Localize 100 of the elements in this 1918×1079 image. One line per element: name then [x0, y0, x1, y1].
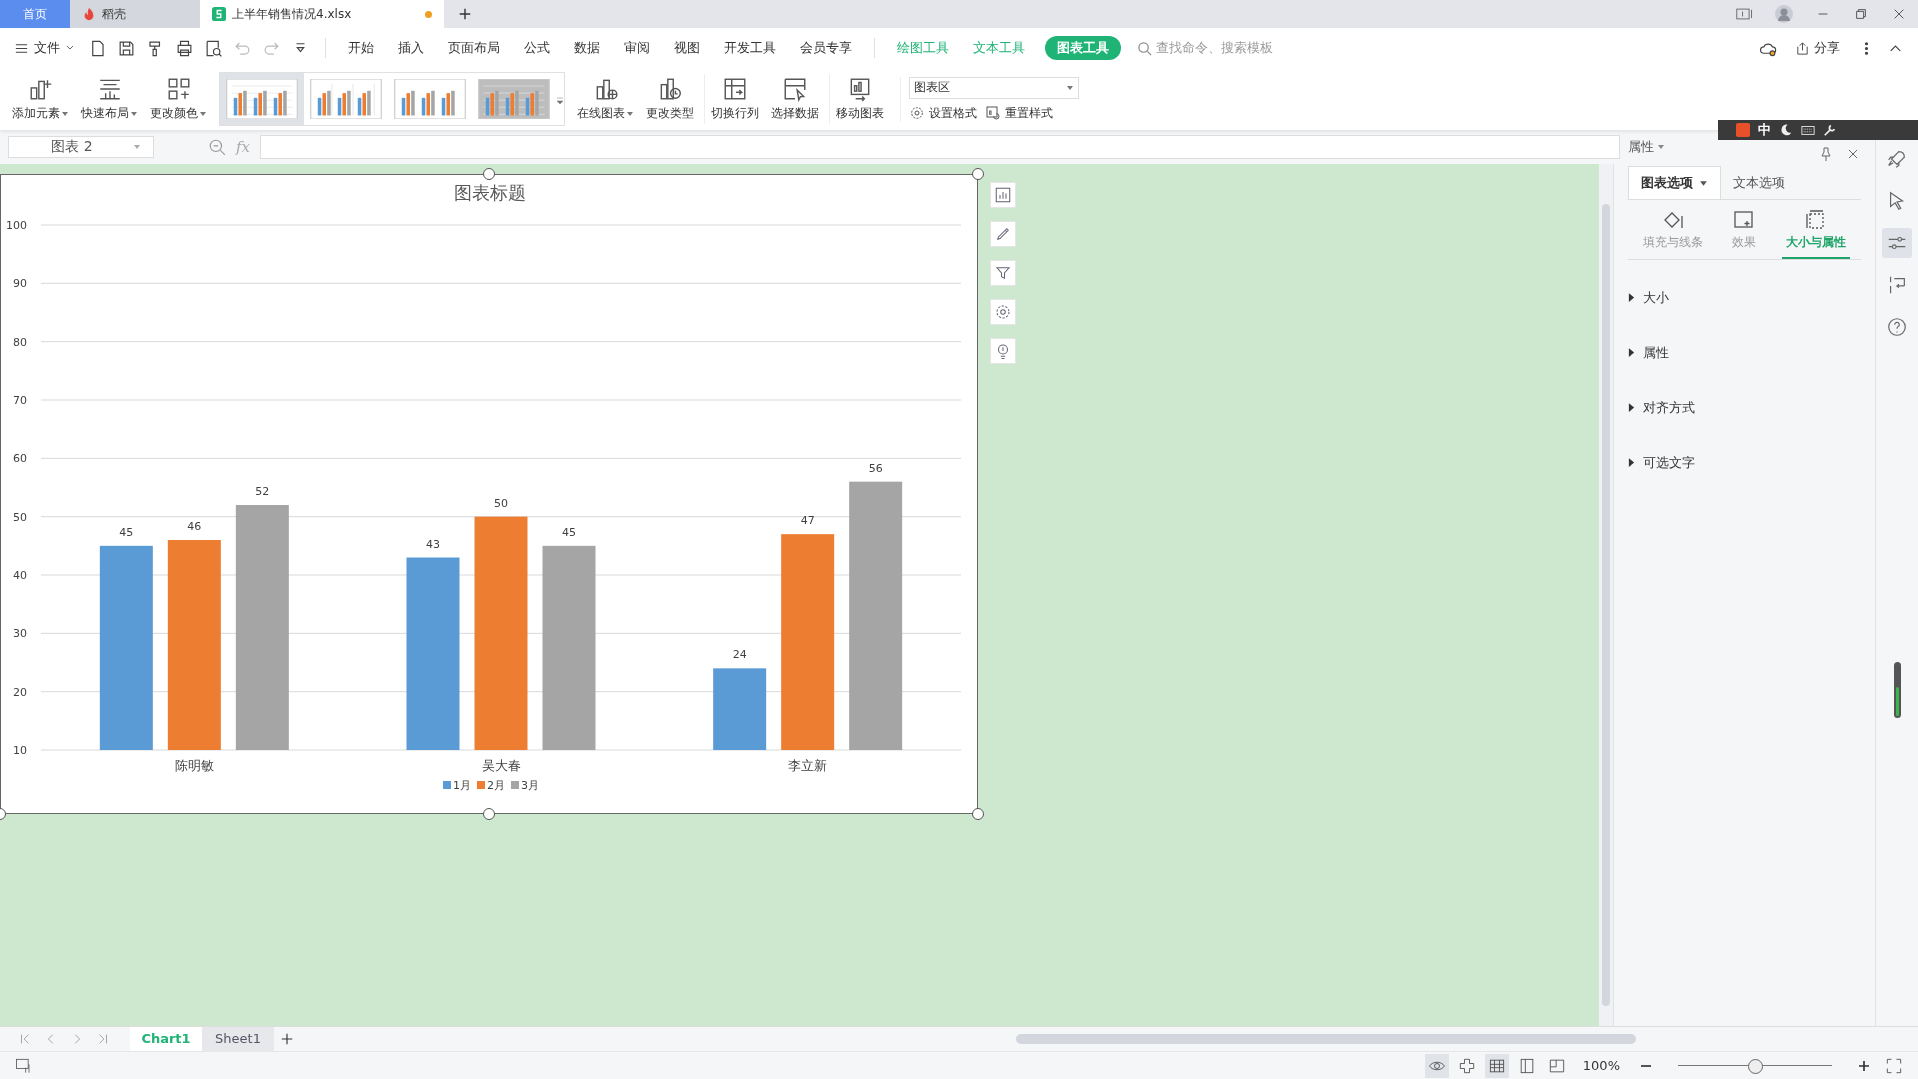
keyboard-icon[interactable] [1801, 123, 1815, 137]
legend-label: 1月 [453, 779, 471, 792]
name-box[interactable]: 图表 2 [8, 136, 154, 158]
avatar-icon[interactable] [1774, 4, 1794, 24]
axis-tick-label: 30 [13, 627, 27, 641]
ribbon-button[interactable]: 在线图表 [571, 74, 640, 124]
share-button[interactable]: 分享 [1795, 39, 1840, 57]
data-label: 52 [255, 485, 270, 498]
chart-area[interactable]: 图表标题 10 20 30 40 50 60 70 80 90 100 45 43 24 46 50 47 52 45 56 陈明敏 吴大春 李立新 1月 2月 3月 [0, 174, 978, 814]
ribbon-button[interactable]: 选择数据 [765, 74, 825, 124]
menu-tab[interactable]: 数据 [564, 39, 610, 57]
eye-icon[interactable] [1424, 1053, 1449, 1078]
resize-handle[interactable] [483, 168, 495, 180]
sheet-tab[interactable]: Sheet1 [202, 1027, 274, 1051]
tab-label: 首页 [23, 5, 47, 23]
panel-section-header[interactable]: 属性 [1628, 325, 1861, 380]
data-label: 24 [732, 648, 747, 662]
ribbon-button[interactable]: 添加元素 [6, 74, 75, 124]
print-preview-icon[interactable] [204, 38, 223, 58]
ribbon-button[interactable]: 更改类型 [640, 74, 700, 124]
axis-tick-label: 100 [6, 219, 27, 232]
ribbon-button[interactable]: 移动图表 [829, 74, 890, 124]
settings-icon[interactable] [990, 299, 1016, 325]
menu-tab[interactable]: 会员专享 [790, 39, 862, 57]
print-icon[interactable] [175, 38, 194, 58]
wrench-icon[interactable] [1823, 123, 1837, 137]
switch-icon [722, 76, 748, 102]
axis-tick-label: 70 [13, 394, 27, 407]
expander-icon [1628, 348, 1635, 357]
ribbon-button[interactable]: 更改颜色 [144, 74, 213, 124]
menu-tab[interactable]: 开始 [338, 39, 384, 57]
chart-title: 图表标题 [454, 182, 526, 203]
category-label: 陈明敏 [174, 758, 214, 773]
document-tab[interactable]: 上半年销售情况4.xlsx [200, 0, 444, 28]
menu-tab[interactable]: 插入 [388, 39, 434, 57]
new-tab-icon[interactable] [458, 7, 472, 21]
share-icon [1795, 40, 1810, 56]
select-icon [782, 76, 808, 102]
menu-tab[interactable]: 视图 [664, 39, 710, 57]
panel-section-header[interactable]: 对齐方式 [1628, 380, 1861, 435]
caret-icon [1066, 83, 1074, 92]
formula-input[interactable] [260, 135, 1620, 159]
search-icon [1137, 40, 1152, 56]
data-label: 56 [868, 461, 883, 475]
panel-tab[interactable]: 文本选项 [1721, 166, 1797, 199]
reset-style-button[interactable]: 重置样式 [985, 104, 1053, 122]
caret-icon [1699, 178, 1708, 188]
zoom-slider-thumb[interactable] [1748, 1058, 1763, 1074]
panel-section-header[interactable]: 大小 [1628, 270, 1861, 325]
data-label: 46 [187, 520, 202, 533]
chart-elements-icon[interactable] [990, 182, 1016, 208]
sliders-icon[interactable] [1882, 228, 1912, 258]
expander-icon [1628, 403, 1635, 412]
resize-handle[interactable] [972, 168, 984, 180]
filter-icon[interactable] [990, 260, 1016, 286]
data-label: 50 [494, 496, 508, 510]
brush-icon[interactable] [990, 221, 1016, 247]
data-label: 43 [426, 537, 440, 551]
axis-tick-label: 90 [13, 277, 27, 291]
pin-icon[interactable] [1818, 146, 1834, 162]
caret-icon [1657, 143, 1665, 151]
chart-style-thumbnail[interactable] [220, 73, 304, 125]
gear-icon [909, 105, 925, 121]
tab-label: 上半年销售情况4.xlsx [232, 5, 352, 23]
data-label: 45 [562, 525, 576, 539]
input-mode-label[interactable]: 中 [1758, 121, 1771, 139]
ribbon-button[interactable]: 切换行列 [704, 74, 765, 124]
lightbulb-icon[interactable] [990, 338, 1016, 364]
spreadsheet-icon [212, 7, 226, 21]
menu-tab[interactable]: 开发工具 [714, 39, 786, 57]
panel-section-header[interactable]: 可选文字 [1628, 435, 1861, 490]
menu-tab[interactable]: 页面布局 [438, 39, 510, 57]
legend-label: 3月 [521, 779, 539, 792]
axis-tick-label: 10 [13, 744, 27, 757]
data-label: 45 [119, 525, 134, 539]
category-label: 李立新 [788, 758, 828, 773]
window-count-icon[interactable] [1736, 7, 1754, 21]
zoom-icon[interactable] [208, 138, 226, 156]
format-button[interactable]: 设置格式 [909, 104, 977, 122]
ribbon-button[interactable]: 快速布局 [75, 74, 144, 124]
vertical-scrollbar[interactable] [1599, 164, 1613, 1026]
add-sheet-icon[interactable] [280, 1032, 294, 1046]
chart-element-dropdown[interactable]: 图表区 [909, 76, 1079, 99]
moon-icon[interactable] [1779, 123, 1793, 137]
resize-handle[interactable] [972, 808, 984, 820]
axis-tick-label: 60 [13, 452, 27, 466]
menu-tab[interactable]: 公式 [514, 39, 560, 57]
expander-icon [1628, 293, 1635, 302]
normal-view-icon[interactable] [1484, 1053, 1509, 1078]
panel-title[interactable]: 属性 [1628, 138, 1654, 156]
zoom-level[interactable]: 100% [1582, 1058, 1620, 1073]
flame-icon [82, 7, 96, 21]
axis-tick-label: 50 [13, 510, 27, 524]
document-tab[interactable]: 稻壳 [70, 0, 200, 28]
panel-tab[interactable]: 图表选项 [1628, 166, 1721, 199]
caret-icon [132, 143, 141, 151]
scroll-meter-icon [1893, 662, 1901, 718]
menu-tab[interactable]: 审阅 [614, 39, 660, 57]
tab-label: 稻壳 [102, 5, 126, 23]
file-menu[interactable]: 文件 [10, 39, 81, 57]
